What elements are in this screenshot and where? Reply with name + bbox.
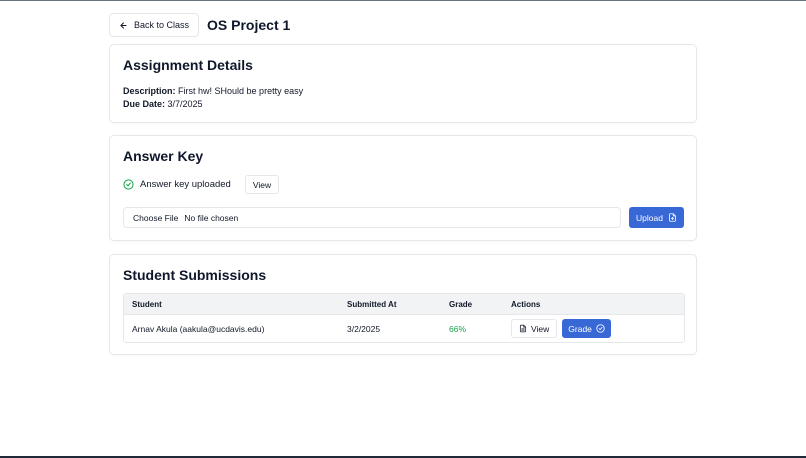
answer-key-view-button[interactable]: View (244, 175, 280, 194)
back-to-class-button[interactable]: Back to Class (109, 13, 200, 37)
upload-label: Upload (636, 212, 663, 223)
file-upload-icon (668, 213, 677, 222)
submitted-at: 3/2/2025 (347, 323, 381, 334)
assignment-details-card: Assignment Details Description: First hw… (109, 44, 697, 123)
upload-button[interactable]: Upload (629, 207, 684, 228)
check-circle-icon (123, 179, 134, 190)
grade-value: 66% (449, 323, 467, 334)
due-date-value: 3/7/2025 (167, 99, 203, 109)
column-submitted-at: Submitted At (347, 299, 397, 309)
submission-view-button[interactable]: View (511, 319, 558, 338)
answer-key-card: Answer Key Answer key uploaded View Choo… (109, 135, 697, 241)
column-actions: Actions (511, 299, 541, 309)
back-to-class-label: Back to Class (134, 20, 190, 30)
grade-button[interactable]: Grade (562, 319, 611, 338)
check-circle-icon (596, 324, 605, 333)
column-grade: Grade (449, 299, 473, 309)
due-date-label: Due Date: (123, 99, 166, 109)
answer-key-status: Answer key uploaded (140, 179, 231, 190)
page-title: OS Project 1 (207, 17, 291, 33)
answer-key-heading: Answer Key (123, 148, 204, 164)
no-file-text: No file chosen (184, 212, 239, 223)
grade-button-label: Grade (568, 323, 592, 334)
submissions-table: Student Submitted At Grade Actions Arnav… (123, 293, 685, 343)
arrow-left-icon (119, 21, 128, 30)
student-submissions-card: Student Submissions Student Submitted At… (109, 254, 697, 355)
description-line: Description: First hw! SHould be pretty … (123, 86, 303, 96)
description-value: First hw! SHould be pretty easy (178, 86, 304, 96)
table-row: Arnav Akula (aakula@ucdavis.edu) 3/2/202… (124, 314, 684, 342)
answer-key-file-input[interactable]: Choose File No file chosen (123, 207, 621, 228)
row-actions: View Grade (511, 319, 684, 338)
submission-view-label: View (531, 323, 550, 334)
file-text-icon (519, 324, 527, 333)
due-date-line: Due Date: 3/7/2025 (123, 99, 203, 109)
description-label: Description: (123, 86, 176, 96)
choose-file-button[interactable]: Choose File (133, 213, 178, 223)
student-name: Arnav Akula (aakula@ucdavis.edu) (132, 323, 265, 334)
assignment-details-heading: Assignment Details (123, 57, 253, 73)
column-student: Student (132, 299, 162, 309)
answer-key-status-row: Answer key uploaded View (123, 175, 280, 194)
student-submissions-heading: Student Submissions (123, 267, 267, 283)
top-bar: Back to Class OS Project 1 (109, 13, 290, 37)
table-header: Student Submitted At Grade Actions (124, 294, 684, 314)
